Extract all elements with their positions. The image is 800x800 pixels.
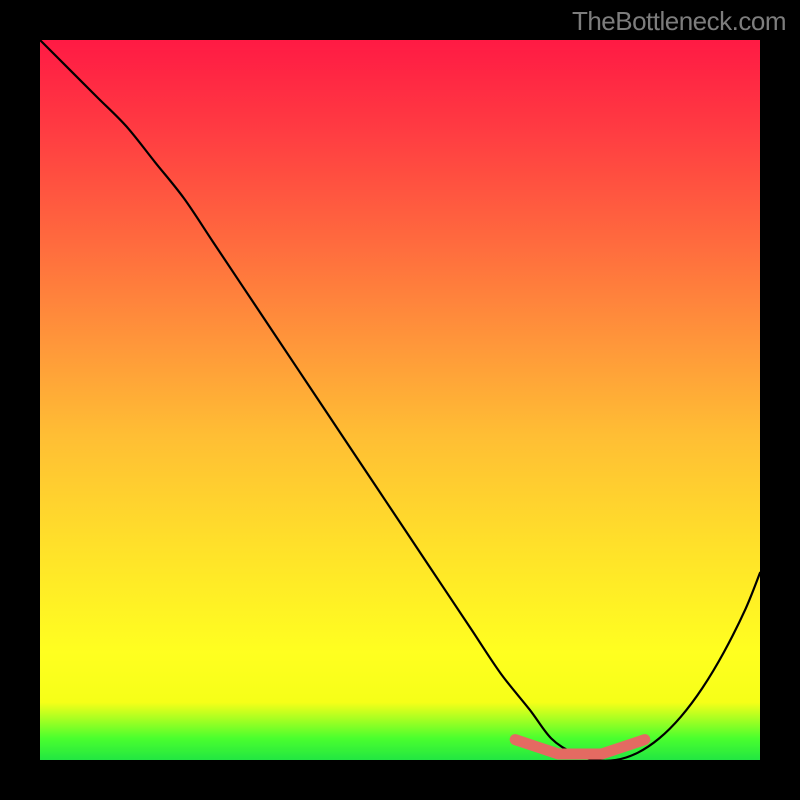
watermark-text: TheBottleneck.com — [572, 6, 786, 37]
plot-area — [40, 40, 760, 760]
optimal-fit-band — [515, 740, 645, 754]
chart-svg — [40, 40, 760, 760]
bottleneck-curve — [40, 40, 760, 761]
chart-frame: TheBottleneck.com — [0, 0, 800, 800]
